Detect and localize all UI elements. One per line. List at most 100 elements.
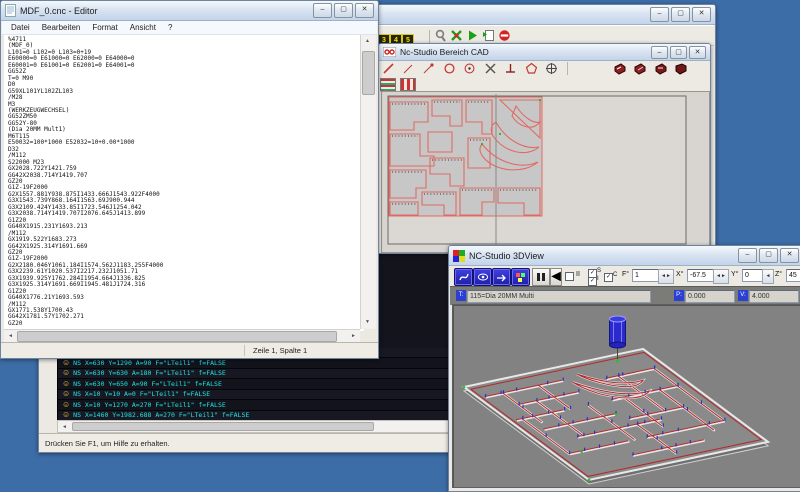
single-block-icon[interactable] xyxy=(480,28,496,43)
close-button[interactable]: ✕ xyxy=(355,3,374,18)
menu-item[interactable]: ? xyxy=(163,23,177,32)
cad-window-title: Nc-Studio Bereich CAD xyxy=(400,47,489,57)
smiley-icon: ☺ xyxy=(62,359,70,367)
option-checkbox-1[interactable] xyxy=(565,272,574,281)
nesting-icon[interactable] xyxy=(380,77,396,92)
ns-line-text: NS X=10 Y=10 A=0 F="LTeil1" f=FALSE xyxy=(73,390,210,398)
s-label: S xyxy=(597,268,601,274)
p-field: 0.000 xyxy=(685,290,735,303)
v-field: 4.000 xyxy=(749,290,799,303)
ns-line-text: NS X=630 Y=1290 A=90 F="LTeil1" f=FALSE xyxy=(73,359,226,367)
color-mode-icon[interactable] xyxy=(511,268,530,286)
ns-line-text: NS X=10 Y=1270 A=270 F="LTeil1" f=FALSE xyxy=(73,401,226,409)
main-status-text: Drücken Sie F1, um Hilfe zu erhalten. xyxy=(45,439,170,448)
c-checkbox[interactable]: ✓ xyxy=(604,273,613,282)
close-button[interactable]: ✕ xyxy=(780,248,799,263)
x-label: X° xyxy=(676,271,683,278)
close-button[interactable]: ✕ xyxy=(689,46,706,59)
p-tag: P: xyxy=(674,290,684,301)
f-label: F° xyxy=(622,271,629,278)
cursor-position: Zeile 1, Spalte 1 xyxy=(244,345,307,356)
y-label: Y° xyxy=(731,271,738,278)
circle-icon[interactable] xyxy=(441,61,457,76)
menu-item[interactable]: Datei xyxy=(6,23,35,32)
menu-item[interactable]: Bearbeiten xyxy=(37,23,86,32)
maximize-button[interactable]: ▢ xyxy=(671,7,690,22)
line-icon[interactable] xyxy=(380,61,396,76)
editor-vscrollbar[interactable]: ▲ ▼ xyxy=(360,35,376,329)
f-spinner[interactable]: ◄► xyxy=(658,269,674,284)
x-field[interactable]: -67.5 xyxy=(687,269,715,282)
maximize-button[interactable]: ▢ xyxy=(670,46,687,59)
editor-titlebar[interactable]: MDF_0.cnc - Editor – ▢ ✕ xyxy=(1,1,378,21)
close-button[interactable]: ✕ xyxy=(692,7,711,22)
polyline-icon[interactable] xyxy=(400,61,416,76)
iso-view-icon-1[interactable] xyxy=(612,61,628,76)
minimize-button[interactable]: – xyxy=(738,248,757,263)
i-checkbox[interactable]: ✓ xyxy=(588,277,597,286)
v-tag: V: xyxy=(738,290,748,301)
polygon-icon[interactable] xyxy=(523,61,539,76)
v3d-app-icon xyxy=(453,250,465,262)
pause-label: II xyxy=(576,271,580,278)
menu-item[interactable]: Format xyxy=(87,23,122,32)
z-field[interactable]: 45 xyxy=(786,269,800,282)
y-field[interactable]: 0 xyxy=(742,269,764,282)
editor-menubar: DateiBearbeitenFormatAnsicht? xyxy=(2,21,377,35)
y-spinner[interactable]: ◄ xyxy=(762,269,774,284)
tool-tag: T: xyxy=(456,290,466,301)
z-label: Z° xyxy=(775,271,782,278)
ns-line-text: NS X=630 Y=630 A=180 F="LTeil1" f=FALSE xyxy=(73,369,226,377)
tool-field: 115=Dia 20MM Multi xyxy=(467,290,651,303)
cad-toolbar xyxy=(380,61,709,78)
smiley-icon: ☺ xyxy=(62,390,70,398)
scroll-down-icon[interactable]: ▼ xyxy=(361,316,374,329)
v3d-titlebar[interactable]: NC-Studio 3DView – ▢ ✕ xyxy=(449,246,800,266)
perpendicular-icon[interactable] xyxy=(503,61,519,76)
v3d-canvas[interactable] xyxy=(452,304,800,488)
cad-window: Nc-Studio Bereich CAD – ▢ ✕ xyxy=(378,43,711,254)
smiley-icon: ☺ xyxy=(62,380,70,388)
stop-icon[interactable] xyxy=(496,28,512,43)
sheet-icon[interactable] xyxy=(400,77,416,92)
arrow-line-icon[interactable] xyxy=(421,61,437,76)
start-icon[interactable] xyxy=(464,28,480,43)
editor-statusbar: Zeile 1, Spalte 1 xyxy=(1,342,378,358)
iso-view-icon-4[interactable] xyxy=(673,61,689,76)
v3d-window-title: NC-Studio 3DView xyxy=(469,251,544,261)
toolpath-view-icon[interactable] xyxy=(454,268,473,286)
maximize-button[interactable]: ▢ xyxy=(759,248,778,263)
minimize-button[interactable]: – xyxy=(651,46,668,59)
smiley-icon: ☺ xyxy=(62,369,70,377)
menu-item[interactable]: Ansicht xyxy=(125,23,161,32)
maximize-button[interactable]: ▢ xyxy=(334,3,353,18)
cad-titlebar[interactable]: Nc-Studio Bereich CAD – ▢ ✕ xyxy=(379,44,710,61)
scroll-up-icon[interactable]: ▲ xyxy=(361,35,374,48)
simulate-icon[interactable] xyxy=(492,268,511,286)
smiley-icon: ☺ xyxy=(62,411,70,419)
editor-hscrollbar[interactable]: ◄ ► xyxy=(4,329,360,343)
x-spinner[interactable]: ◄► xyxy=(713,269,729,284)
editor-window-title: MDF_0.cnc - Editor xyxy=(20,6,98,16)
iso-view-icon-2[interactable] xyxy=(632,61,648,76)
connect-icon[interactable] xyxy=(432,28,448,43)
solid-view-icon[interactable] xyxy=(473,268,492,286)
cad-canvas[interactable] xyxy=(381,91,710,253)
iso-view-icon-3[interactable] xyxy=(653,61,669,76)
v3d-window: NC-Studio 3DView – ▢ ✕ ◄ II ✓ S ✓ I ✓ C … xyxy=(448,245,800,492)
grid-snap-icon[interactable] xyxy=(544,61,560,76)
point-delete-icon[interactable] xyxy=(482,61,498,76)
editor-window: MDF_0.cnc - Editor – ▢ ✕ DateiBearbeiten… xyxy=(0,0,379,359)
circle-center-icon[interactable] xyxy=(462,61,478,76)
vscroll-thumb[interactable] xyxy=(362,51,375,95)
minimize-button[interactable]: – xyxy=(650,7,669,22)
reset-icon[interactable] xyxy=(448,28,464,43)
ns-line-text: NS X=630 Y=650 A=90 F="LTeil1" f=FALSE xyxy=(73,380,222,388)
step-back-button[interactable]: ◄ xyxy=(550,268,562,286)
hscroll-thumb[interactable] xyxy=(72,422,374,431)
hscroll-thumb[interactable] xyxy=(17,331,337,342)
editor-text-area[interactable]: %4711 (MDF_0) L101=0 L102=0 L103=0+19 E6… xyxy=(4,35,364,331)
f-field[interactable]: 1 xyxy=(632,269,660,282)
v3d-infobar: T: 115=Dia 20MM Multi P: 0.000 V: 4.000 xyxy=(450,286,800,305)
minimize-button[interactable]: – xyxy=(313,3,332,18)
